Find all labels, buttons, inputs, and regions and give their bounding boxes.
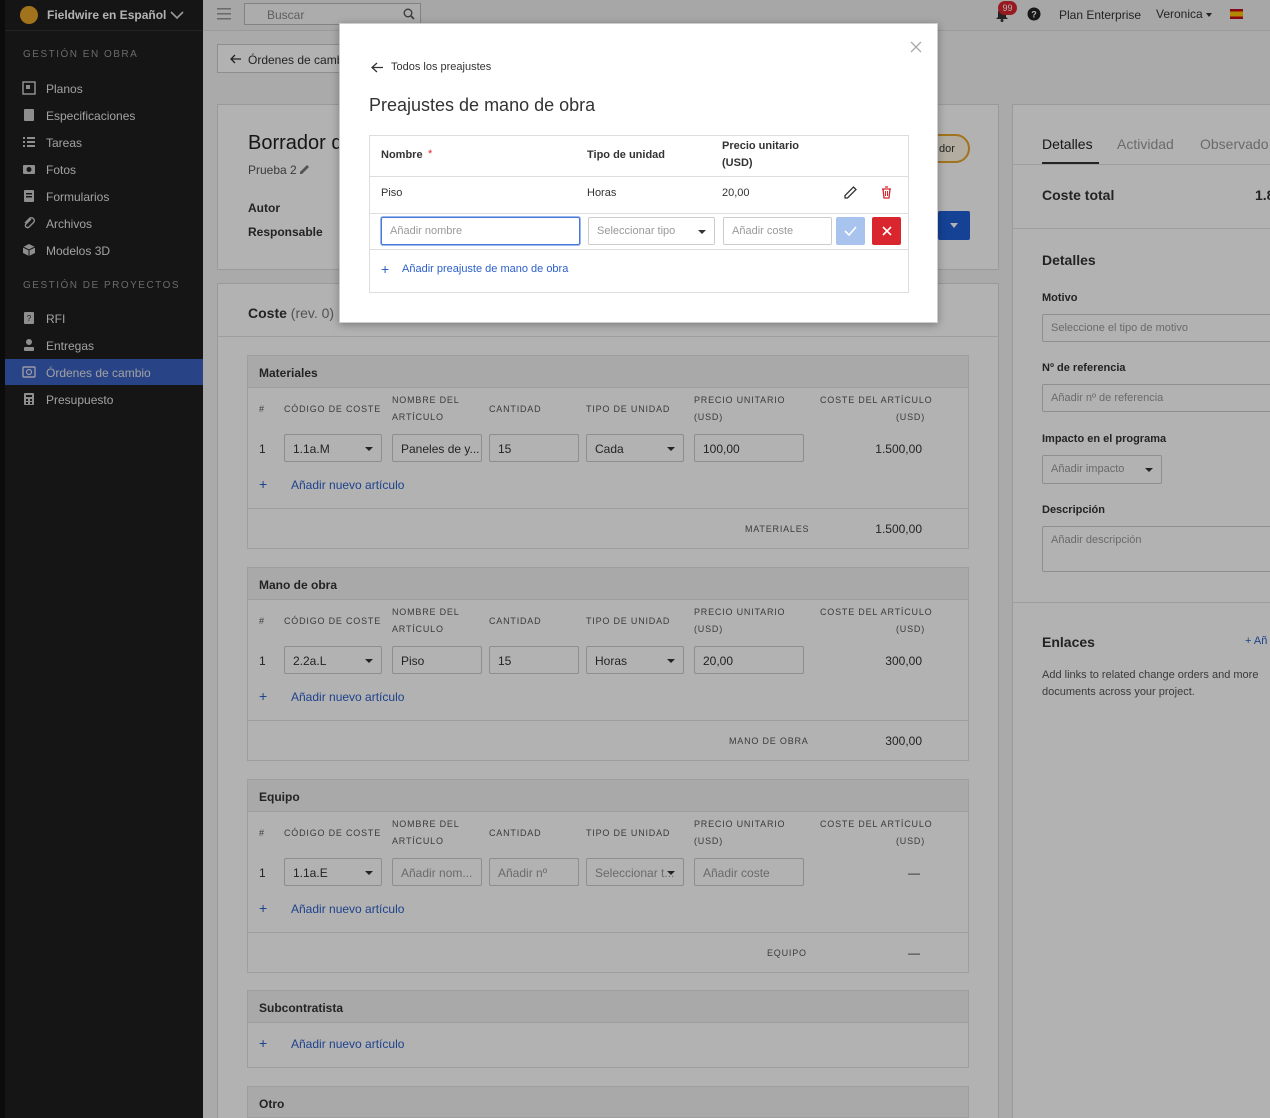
cancel-button[interactable]: [872, 217, 901, 245]
new-preset-name-placeholder: Añadir nombre: [390, 225, 463, 237]
required-asterisk: *: [428, 148, 433, 160]
col-name-header: Nombre: [381, 149, 423, 161]
confirm-button[interactable]: [836, 217, 865, 245]
labor-presets-modal: Todos los preajustes Preajustes de mano …: [339, 23, 938, 323]
preset-unit: Horas: [587, 187, 617, 199]
modal-title: Preajustes de mano de obra: [369, 95, 596, 115]
arrow-left-icon: [371, 62, 383, 73]
trash-icon[interactable]: [881, 186, 892, 199]
new-preset-unit-select[interactable]: Seleccionar tipo: [588, 217, 715, 245]
preset-name: Piso: [381, 187, 403, 199]
back-to-presets-label: Todos los preajustes: [391, 61, 492, 73]
close-icon: [882, 226, 892, 236]
close-icon[interactable]: [910, 41, 922, 53]
caret-down-icon: [698, 230, 706, 234]
col-unit-header: Tipo de unidad: [587, 149, 666, 161]
preset-price: 20,00: [722, 187, 750, 199]
divider: [370, 213, 908, 214]
new-preset-name-input[interactable]: Añadir nombre: [381, 217, 580, 245]
plus-icon[interactable]: +: [381, 261, 389, 277]
col-price-header-1: Precio unitario: [722, 140, 800, 152]
check-icon: [844, 226, 857, 236]
divider: [370, 249, 908, 250]
new-preset-unit-placeholder: Seleccionar tipo: [597, 225, 676, 237]
pencil-edit-icon[interactable]: [844, 186, 857, 199]
divider: [370, 176, 908, 177]
add-labor-preset-link[interactable]: Añadir preajuste de mano de obra: [402, 263, 568, 275]
new-preset-price-input[interactable]: Añadir coste: [723, 217, 832, 245]
presets-table: Nombre * Tipo de unidad Precio unitario …: [369, 135, 909, 293]
new-preset-price-placeholder: Añadir coste: [732, 225, 794, 237]
col-price-header-2: (USD): [722, 157, 753, 169]
